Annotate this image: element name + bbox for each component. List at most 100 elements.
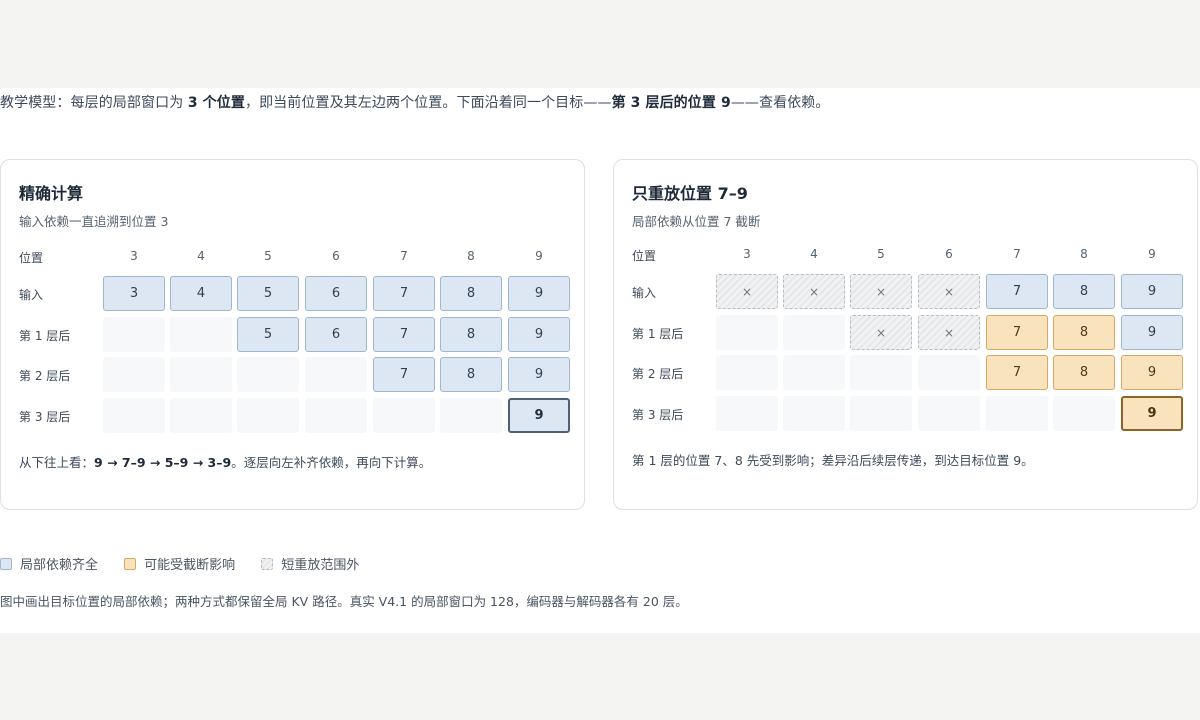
legend-item-complete: 局部依赖齐全: [0, 554, 98, 573]
panel-title: 精确计算: [19, 184, 84, 203]
intro-bold: 第 3 层后的位置 9: [611, 95, 731, 111]
legend-swatch-orange: [124, 557, 137, 570]
grid-cell-blue: 7: [986, 274, 1048, 309]
intro-text: 教学模型：每层的局部窗口为 3 个位置，即当前位置及其左边两个位置。下面沿着同一…: [0, 92, 830, 112]
grid-cell-empty: [716, 355, 778, 390]
grid-cell-hatch: ×: [783, 274, 845, 309]
grid-cell-empty: [986, 396, 1048, 431]
column-header-9: 9: [1148, 247, 1156, 261]
column-header-6: 6: [945, 247, 953, 261]
grid-cell-blue: 3: [103, 276, 165, 311]
row-label: 输入: [632, 286, 657, 300]
column-header-4: 4: [810, 247, 818, 261]
panel-subtitle: 输入依赖一直追溯到位置 3: [19, 214, 169, 229]
column-header-3: 3: [130, 249, 138, 263]
column-header-6: 6: [332, 249, 340, 263]
grid-cell-empty: [305, 357, 367, 392]
grid-cell-empty: [783, 396, 845, 431]
row-label: 第 3 层后: [632, 408, 684, 422]
grid-cell-empty: [783, 355, 845, 390]
footer-part: 。逐层向左补齐依赖，再向下计算。: [231, 455, 432, 470]
grid-cell-empty: [170, 357, 232, 392]
grid-cell-empty: [170, 317, 232, 352]
legend-label: 短重放范围外: [281, 558, 360, 573]
grid-cell-orange: 8: [1053, 315, 1115, 350]
grid-cell-blue: 9: [508, 317, 570, 352]
grid-cell-empty: [373, 398, 435, 433]
panel-footer: 从下往上看：9 → 7–9 → 5–9 → 3–9。逐层向左补齐依赖，再向下计算…: [19, 452, 431, 471]
grid-cell-blue: 7: [373, 276, 435, 311]
page: 教学模型：每层的局部窗口为 3 个位置，即当前位置及其左边两个位置。下面沿着同一…: [0, 88, 1200, 633]
grid-cell-hatch: ×: [716, 274, 778, 309]
grid-cell-blue: 6: [305, 276, 367, 311]
grid-cell-blue: 8: [440, 276, 502, 311]
target-cell: 9: [508, 398, 570, 433]
column-header-8: 8: [1080, 247, 1088, 261]
column-header-label: 位置: [19, 251, 44, 265]
grid-cell-hatch: ×: [850, 274, 912, 309]
footer-part: 从下往上看：: [19, 455, 95, 470]
intro-part: ，即当前位置及其左边两个位置。下面沿着同一个目标——: [244, 95, 612, 111]
grid-cell-empty: [237, 398, 299, 433]
panel-title: 只重放位置 7–9: [632, 184, 748, 203]
footer-part: 第 1 层的位置 7、8 先受到影响；差异沿后续层传递，到达目标位置 9。: [632, 453, 1034, 468]
row-label: 第 2 层后: [632, 367, 684, 381]
grid-cell-blue: 7: [373, 317, 435, 352]
grid-cell-empty: [103, 398, 165, 433]
grid-cell-blue: 8: [1053, 274, 1115, 309]
legend-item-outside: 短重放范围外: [261, 554, 359, 573]
intro-part: ——查看依赖。: [730, 95, 830, 111]
grid-cell-empty: [850, 355, 912, 390]
grid-cell-blue: 4: [170, 276, 232, 311]
grid-cell-empty: [237, 357, 299, 392]
grid-cell-empty: [918, 355, 980, 390]
row-label: 输入: [19, 288, 44, 302]
grid-cell-empty: [716, 396, 778, 431]
grid-cell-orange: 7: [986, 315, 1048, 350]
column-header-7: 7: [400, 249, 408, 263]
grid-cell-blue: 9: [1121, 274, 1183, 309]
panel-replay-7-9: 只重放位置 7–9 局部依赖从位置 7 截断 第 1 层的位置 7、8 先受到影…: [613, 159, 1198, 510]
grid-cell-blue: 9: [508, 276, 570, 311]
row-label: 第 1 层后: [632, 327, 684, 341]
grid-cell-blue: 8: [440, 357, 502, 392]
target-cell: 9: [1121, 396, 1183, 431]
grid-cell-orange: 8: [1053, 355, 1115, 390]
panel-subtitle: 局部依赖从位置 7 截断: [632, 214, 761, 229]
column-header-5: 5: [877, 247, 885, 261]
row-label: 第 3 层后: [19, 410, 71, 424]
column-header-7: 7: [1013, 247, 1021, 261]
column-header-5: 5: [264, 249, 272, 263]
grid-cell-blue: 7: [373, 357, 435, 392]
legend-swatch-blue: [0, 557, 12, 570]
grid-cell-blue: 9: [1121, 315, 1183, 350]
grid-cell-hatch: ×: [918, 274, 980, 309]
grid-cell-blue: 8: [440, 317, 502, 352]
grid-cell-orange: 9: [1121, 355, 1183, 390]
grid-cell-empty: [783, 315, 845, 350]
column-header-label: 位置: [632, 249, 657, 263]
grid-cell-blue: 6: [305, 317, 367, 352]
column-header-4: 4: [197, 249, 205, 263]
grid-cell-empty: [170, 398, 232, 433]
legend-label: 可能受截断影响: [144, 558, 236, 573]
legend-item-affected: 可能受截断影响: [124, 554, 235, 573]
grid-cell-blue: 9: [508, 357, 570, 392]
footnote: 图中画出目标位置的局部依赖；两种方式都保留全局 KV 路径。真实 V4.1 的局…: [0, 594, 688, 609]
row-label: 第 2 层后: [19, 369, 71, 383]
grid-cell-empty: [716, 315, 778, 350]
grid-cell-empty: [305, 398, 367, 433]
legend-swatch-hatch: [261, 557, 274, 570]
row-label: 第 1 层后: [19, 329, 71, 343]
grid-cell-hatch: ×: [918, 315, 980, 350]
grid-cell-hatch: ×: [850, 315, 912, 350]
grid-cell-empty: [1053, 396, 1115, 431]
grid-cell-blue: 5: [237, 317, 299, 352]
legend-label: 局部依赖齐全: [20, 558, 99, 573]
grid-cell-empty: [918, 396, 980, 431]
intro-bold: 3 个位置: [187, 95, 245, 111]
column-header-3: 3: [743, 247, 751, 261]
panel-footer: 第 1 层的位置 7、8 先受到影响；差异沿后续层传递，到达目标位置 9。: [632, 450, 1034, 469]
column-header-8: 8: [467, 249, 475, 263]
footer-bold: 9 → 7–9 → 5–9 → 3–9: [94, 455, 232, 470]
